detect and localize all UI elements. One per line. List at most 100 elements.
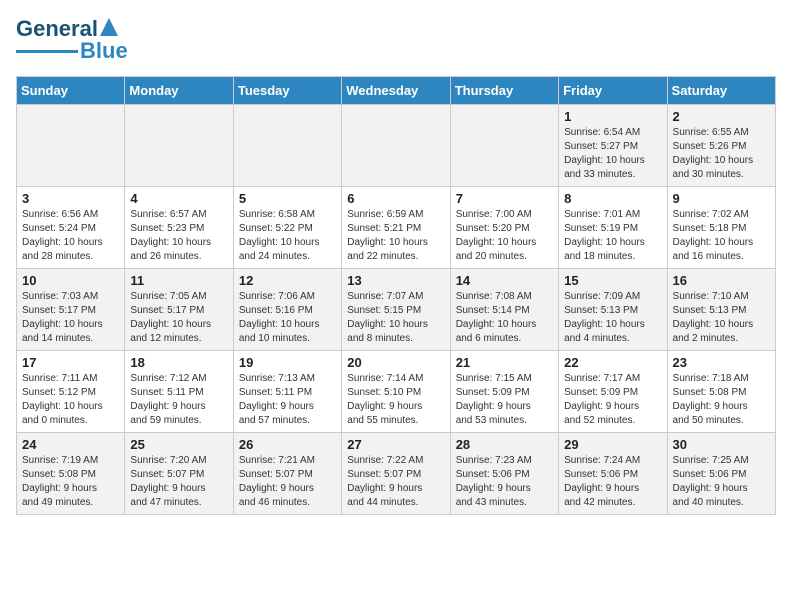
day-info: Sunrise: 6:58 AM Sunset: 5:22 PM Dayligh…: [239, 208, 336, 264]
calendar-cell: 28Sunrise: 7:23 AM Sunset: 5:06 PM Dayli…: [450, 433, 558, 515]
calendar-week-row: 24 Sunrise: 7:19 AM Sunset: 5:08 PM Dayli…: [17, 433, 776, 515]
calendar-week-row: 3 Sunrise: 6:56 AM Sunset: 5:24 PM Daylig…: [17, 187, 776, 269]
day-number: 6: [347, 191, 444, 206]
weekday-header-monday: Monday: [125, 77, 233, 105]
calendar-cell: 8Sunrise: 7:01 AM Sunset: 5:19 PM Daylig…: [559, 187, 667, 269]
day-info: Sunrise: 6:56 AM Sunset: 5:24 PM Dayligh…: [22, 208, 119, 264]
calendar-table: SundayMondayTuesdayWednesdayThursdayFrid…: [16, 76, 776, 515]
calendar-cell: 14 Sunrise: 7:08 AM Sunset: 5:14 PM Dayli…: [450, 269, 558, 351]
calendar-week-row: 10 Sunrise: 7:03 AM Sunset: 5:17 PM Dayli…: [17, 269, 776, 351]
logo-text-blue: Blue: [80, 38, 128, 64]
logo-triangle-icon: [100, 18, 118, 36]
calendar-cell: [17, 105, 125, 187]
calendar-cell: 7 Sunrise: 7:00 AM Sunset: 5:20 PM Daylig…: [450, 187, 558, 269]
day-info: Sunrise: 7:03 AM Sunset: 5:17 PM Dayligh…: [22, 290, 119, 346]
weekday-header-wednesday: Wednesday: [342, 77, 450, 105]
weekday-header-thursday: Thursday: [450, 77, 558, 105]
calendar-cell: [450, 105, 558, 187]
calendar-cell: 3 Sunrise: 6:56 AM Sunset: 5:24 PM Daylig…: [17, 187, 125, 269]
logo-underline: [16, 50, 78, 53]
calendar-header: SundayMondayTuesdayWednesdayThursdayFrid…: [17, 77, 776, 105]
day-number: 27: [347, 437, 444, 452]
day-info: Sunrise: 7:08 AM Sunset: 5:14 PM Dayligh…: [456, 290, 553, 346]
calendar-cell: [342, 105, 450, 187]
day-info: Sunrise: 7:07 AM Sunset: 5:15 PM Dayligh…: [347, 290, 444, 346]
day-info: Sunrise: 6:55 AM Sunset: 5:26 PM Dayligh…: [673, 126, 770, 182]
day-number: 9: [673, 191, 770, 206]
day-info: Sunrise: 7:22 AM Sunset: 5:07 PM Dayligh…: [347, 454, 444, 510]
calendar-cell: 13 Sunrise: 7:07 AM Sunset: 5:15 PM Dayli…: [342, 269, 450, 351]
calendar-cell: 5Sunrise: 6:58 AM Sunset: 5:22 PM Daylig…: [233, 187, 341, 269]
day-info: Sunrise: 7:25 AM Sunset: 5:06 PM Dayligh…: [673, 454, 770, 510]
calendar-cell: 29 Sunrise: 7:24 AM Sunset: 5:06 PM Dayli…: [559, 433, 667, 515]
day-number: 17: [22, 355, 119, 370]
day-info: Sunrise: 7:14 AM Sunset: 5:10 PM Dayligh…: [347, 372, 444, 428]
day-number: 16: [673, 273, 770, 288]
day-number: 22: [564, 355, 661, 370]
day-info: Sunrise: 7:10 AM Sunset: 5:13 PM Dayligh…: [673, 290, 770, 346]
day-number: 10: [22, 273, 119, 288]
calendar-cell: 11 Sunrise: 7:05 AM Sunset: 5:17 PM Dayli…: [125, 269, 233, 351]
day-info: Sunrise: 6:59 AM Sunset: 5:21 PM Dayligh…: [347, 208, 444, 264]
day-info: Sunrise: 7:21 AM Sunset: 5:07 PM Dayligh…: [239, 454, 336, 510]
calendar-cell: 1Sunrise: 6:54 AM Sunset: 5:27 PM Daylig…: [559, 105, 667, 187]
day-number: 19: [239, 355, 336, 370]
calendar-cell: 30Sunrise: 7:25 AM Sunset: 5:06 PM Dayli…: [667, 433, 775, 515]
day-info: Sunrise: 7:05 AM Sunset: 5:17 PM Dayligh…: [130, 290, 227, 346]
day-number: 11: [130, 273, 227, 288]
day-info: Sunrise: 7:19 AM Sunset: 5:08 PM Dayligh…: [22, 454, 119, 510]
logo: General Blue: [16, 16, 128, 64]
calendar-cell: 9 Sunrise: 7:02 AM Sunset: 5:18 PM Daylig…: [667, 187, 775, 269]
day-info: Sunrise: 7:20 AM Sunset: 5:07 PM Dayligh…: [130, 454, 227, 510]
calendar-cell: 25 Sunrise: 7:20 AM Sunset: 5:07 PM Dayli…: [125, 433, 233, 515]
day-number: 12: [239, 273, 336, 288]
weekday-header-sunday: Sunday: [17, 77, 125, 105]
day-info: Sunrise: 7:24 AM Sunset: 5:06 PM Dayligh…: [564, 454, 661, 510]
day-number: 28: [456, 437, 553, 452]
calendar-cell: 12 Sunrise: 7:06 AM Sunset: 5:16 PM Dayli…: [233, 269, 341, 351]
calendar-cell: 20 Sunrise: 7:14 AM Sunset: 5:10 PM Dayli…: [342, 351, 450, 433]
calendar-cell: 24 Sunrise: 7:19 AM Sunset: 5:08 PM Dayli…: [17, 433, 125, 515]
calendar-cell: 27 Sunrise: 7:22 AM Sunset: 5:07 PM Dayli…: [342, 433, 450, 515]
calendar-cell: 2 Sunrise: 6:55 AM Sunset: 5:26 PM Daylig…: [667, 105, 775, 187]
calendar-cell: [233, 105, 341, 187]
day-number: 24: [22, 437, 119, 452]
day-number: 20: [347, 355, 444, 370]
day-number: 4: [130, 191, 227, 206]
day-info: Sunrise: 7:11 AM Sunset: 5:12 PM Dayligh…: [22, 372, 119, 428]
calendar-week-row: 17 Sunrise: 7:11 AM Sunset: 5:12 PM Dayli…: [17, 351, 776, 433]
calendar-cell: 19 Sunrise: 7:13 AM Sunset: 5:11 PM Dayli…: [233, 351, 341, 433]
day-number: 15: [564, 273, 661, 288]
calendar-cell: 10 Sunrise: 7:03 AM Sunset: 5:17 PM Dayli…: [17, 269, 125, 351]
day-number: 29: [564, 437, 661, 452]
day-number: 3: [22, 191, 119, 206]
calendar-cell: [125, 105, 233, 187]
day-info: Sunrise: 7:18 AM Sunset: 5:08 PM Dayligh…: [673, 372, 770, 428]
weekday-header-tuesday: Tuesday: [233, 77, 341, 105]
calendar-cell: 15 Sunrise: 7:09 AM Sunset: 5:13 PM Dayli…: [559, 269, 667, 351]
day-info: Sunrise: 7:06 AM Sunset: 5:16 PM Dayligh…: [239, 290, 336, 346]
day-info: Sunrise: 7:15 AM Sunset: 5:09 PM Dayligh…: [456, 372, 553, 428]
calendar-cell: 6 Sunrise: 6:59 AM Sunset: 5:21 PM Daylig…: [342, 187, 450, 269]
day-number: 14: [456, 273, 553, 288]
day-number: 25: [130, 437, 227, 452]
calendar-week-row: 1Sunrise: 6:54 AM Sunset: 5:27 PM Daylig…: [17, 105, 776, 187]
calendar-cell: 4 Sunrise: 6:57 AM Sunset: 5:23 PM Daylig…: [125, 187, 233, 269]
day-info: Sunrise: 7:00 AM Sunset: 5:20 PM Dayligh…: [456, 208, 553, 264]
day-info: Sunrise: 7:12 AM Sunset: 5:11 PM Dayligh…: [130, 372, 227, 428]
day-info: Sunrise: 6:57 AM Sunset: 5:23 PM Dayligh…: [130, 208, 227, 264]
calendar-cell: 16 Sunrise: 7:10 AM Sunset: 5:13 PM Dayli…: [667, 269, 775, 351]
day-info: Sunrise: 7:02 AM Sunset: 5:18 PM Dayligh…: [673, 208, 770, 264]
calendar-cell: 26 Sunrise: 7:21 AM Sunset: 5:07 PM Dayli…: [233, 433, 341, 515]
day-info: Sunrise: 7:09 AM Sunset: 5:13 PM Dayligh…: [564, 290, 661, 346]
calendar-cell: 18Sunrise: 7:12 AM Sunset: 5:11 PM Dayli…: [125, 351, 233, 433]
day-number: 23: [673, 355, 770, 370]
day-info: Sunrise: 7:13 AM Sunset: 5:11 PM Dayligh…: [239, 372, 336, 428]
day-number: 7: [456, 191, 553, 206]
day-info: Sunrise: 7:17 AM Sunset: 5:09 PM Dayligh…: [564, 372, 661, 428]
weekday-header-saturday: Saturday: [667, 77, 775, 105]
day-number: 2: [673, 109, 770, 124]
day-number: 13: [347, 273, 444, 288]
calendar-cell: 22 Sunrise: 7:17 AM Sunset: 5:09 PM Dayli…: [559, 351, 667, 433]
day-number: 26: [239, 437, 336, 452]
